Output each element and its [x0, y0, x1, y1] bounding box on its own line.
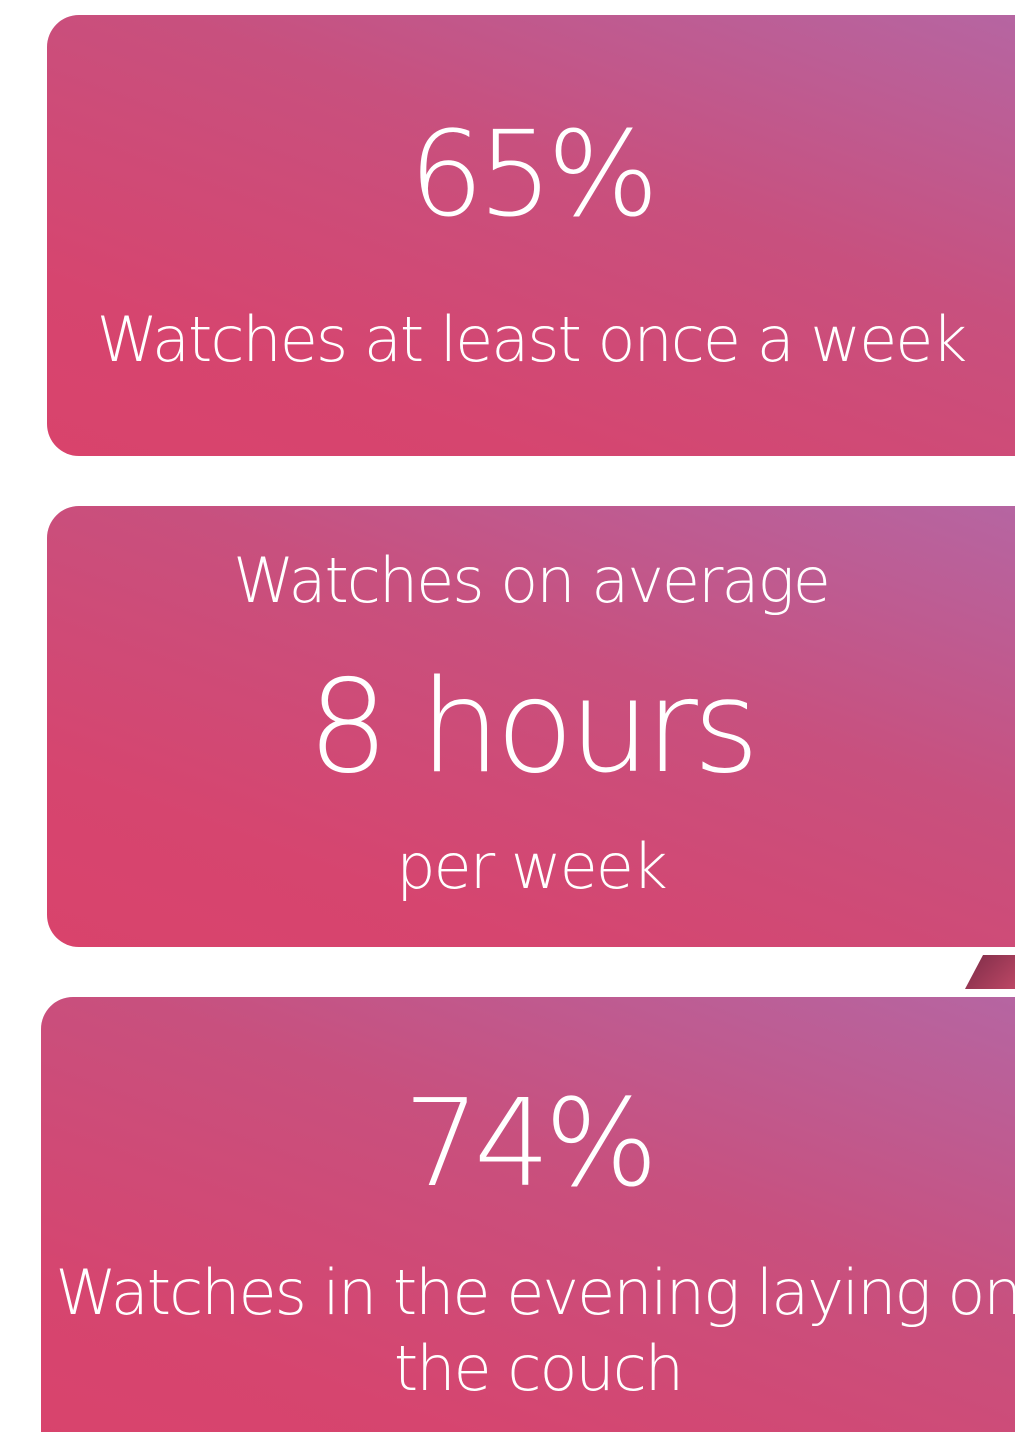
stat-value: 8 hours — [307, 653, 760, 802]
stats-page: 65% Watches at least once a week Watches… — [0, 0, 1015, 1432]
stat-card-weekly-viewers: 65% Watches at least once a week — [47, 15, 1015, 456]
stat-value: 74% — [403, 1075, 659, 1214]
stat-card-evening-couch: 74% Watches in the evening laying on the… — [41, 997, 1015, 1432]
stat-lead-text: Watches on average — [233, 544, 831, 617]
decorative-shape — [965, 955, 1015, 989]
stat-caption: Watches in the evening laying on the cou… — [55, 1256, 1015, 1405]
stat-caption: Watches at least once a week — [96, 303, 968, 376]
stat-unit-text: per week — [396, 830, 668, 903]
stat-value: 65% — [408, 105, 659, 243]
stat-card-average-hours: Watches on average 8 hours per week — [47, 506, 1015, 947]
